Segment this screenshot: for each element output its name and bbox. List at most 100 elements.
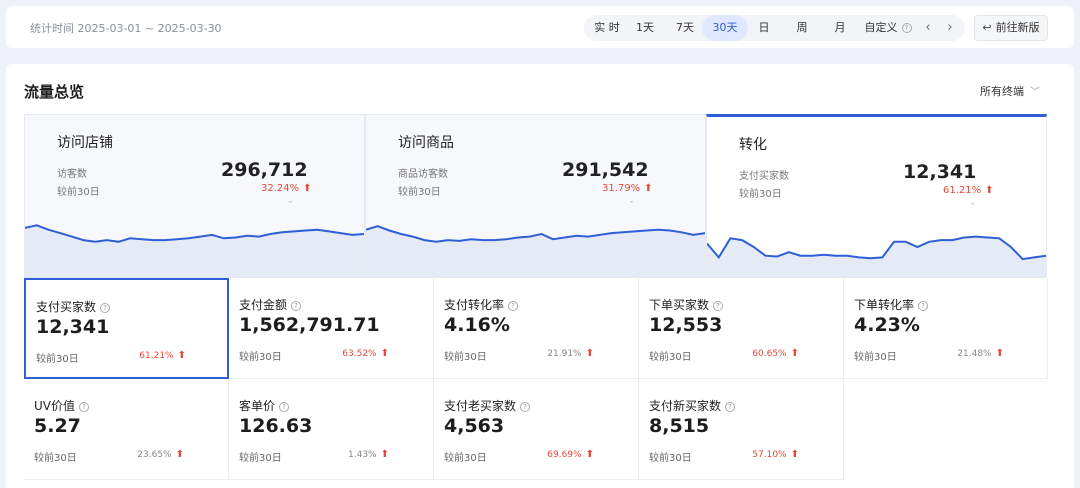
tab-day[interactable]: 日	[754, 15, 774, 41]
metric-label-wrap: 支付买家数?	[36, 298, 111, 315]
metric-compare-label: 较前30日	[36, 354, 79, 365]
help-icon[interactable]: ?	[520, 402, 531, 412]
go-new-version-label: 前往新版	[995, 21, 1040, 34]
metric-compare-label: 较前30日	[239, 453, 282, 464]
card-dash: -	[289, 197, 293, 207]
tab-custom[interactable]: 自定义?	[864, 15, 912, 41]
metric-value: 4.23%	[854, 314, 920, 336]
metric-label: UV价值	[34, 399, 75, 413]
metric-compare-label: 较前30日	[34, 453, 77, 464]
metric-change-value: 61.21%	[139, 351, 174, 361]
help-icon[interactable]: ?	[291, 301, 302, 311]
tab-week[interactable]: 周	[792, 15, 812, 41]
card-metric-label: 商品访客数	[398, 169, 448, 180]
metric-change: 61.21% ⬆	[116, 350, 186, 361]
metric-label-wrap: 下单买家数?	[649, 296, 724, 313]
arrow-up-icon: ⬆	[380, 449, 389, 460]
metric-compare-label: 较前30日	[444, 352, 487, 363]
metric-compare-label: 较前30日	[239, 352, 282, 363]
card-value: 12,341	[903, 161, 977, 183]
tab-1day[interactable]: 1天	[630, 15, 660, 41]
metric-label: 支付买家数	[36, 300, 97, 314]
metric-change: 69.69% ⬆	[524, 449, 594, 460]
metric-change-value: 21.48%	[957, 349, 992, 359]
metric-cell-payment-conversion-rate[interactable]: 支付转化率? 4.16% 较前30日 21.91% ⬆	[434, 278, 639, 379]
go-new-version-button[interactable]: ↩ 前往新版	[974, 15, 1048, 41]
sparkline-area	[366, 226, 705, 277]
metric-change-value: 60.65%	[752, 349, 787, 359]
metric-label-wrap: 支付新买家数?	[649, 397, 736, 414]
card-value: 291,542	[562, 159, 649, 181]
chevron-down-icon: ﹀	[1030, 87, 1040, 98]
tab-7day[interactable]: 7天	[670, 15, 700, 41]
metric-cell-new-buyers[interactable]: 支付新买家数? 8,515 较前30日 57.10% ⬆	[639, 379, 844, 480]
metric-cell-paying-buyers[interactable]: 支付买家数? 12,341 较前30日 61.21% ⬆	[24, 278, 229, 379]
tab-realtime[interactable]: 实 时	[588, 15, 626, 41]
metric-cell-order-conversion-rate[interactable]: 下单转化率? 4.23% 较前30日 21.48% ⬆	[844, 278, 1048, 379]
metric-value: 12,553	[649, 314, 723, 336]
sparkline-area	[707, 236, 1046, 277]
metric-change: 60.65% ⬆	[729, 348, 799, 359]
metric-value: 8,515	[649, 415, 710, 437]
card-visit-product[interactable]: 访问商品 商品访客数 291,542 较前30日 31.79% ⬆ -	[365, 114, 706, 278]
help-icon[interactable]: ?	[713, 301, 724, 311]
tab-month[interactable]: 月	[830, 15, 850, 41]
arrow-up-icon: ⬆	[177, 350, 186, 361]
help-icon[interactable]: ?	[918, 301, 929, 311]
trend-sparkline-visit-store	[25, 224, 364, 277]
arrow-up-icon: ⬆	[303, 183, 312, 194]
metric-cell-uv-value[interactable]: UV价值? 5.27 较前30日 23.65% ⬆	[24, 379, 229, 480]
card-change-value: 32.24%	[261, 183, 300, 194]
metric-label: 支付老买家数	[444, 399, 517, 413]
arrow-up-icon: ⬆	[380, 348, 389, 359]
chevron-left-icon[interactable]: ‹	[920, 15, 936, 41]
card-conversion[interactable]: 转化 支付买家数 12,341 较前30日 61.21% ⬆ -	[706, 114, 1047, 278]
arrow-up-icon: ⬆	[585, 449, 594, 460]
metric-label-wrap: 支付金额?	[239, 296, 302, 313]
metric-value: 5.27	[34, 415, 81, 437]
metric-cell-avg-order-value[interactable]: 客单价? 126.63 较前30日 1.43% ⬆	[229, 379, 434, 480]
tab-custom-label: 自定义	[864, 21, 898, 34]
card-change-value: 31.79%	[602, 183, 641, 194]
metric-compare-label: 较前30日	[649, 453, 692, 464]
metric-value: 4.16%	[444, 314, 510, 336]
time-range-tabs: 实 时 1天 7天 30天 日 周 月 自定义? ‹ ›	[584, 15, 965, 41]
chevron-right-icon[interactable]: ›	[942, 15, 958, 41]
help-icon[interactable]: ?	[279, 402, 290, 412]
help-icon[interactable]: ?	[725, 402, 736, 412]
metric-label-wrap: 支付转化率?	[444, 296, 519, 313]
help-icon[interactable]: ?	[79, 402, 89, 412]
metric-label-wrap: UV价值?	[34, 397, 89, 414]
card-dash: -	[971, 199, 975, 209]
card-visit-store[interactable]: 访问店铺 访客数 296,712 较前30日 32.24% ⬆ -	[24, 114, 365, 278]
tab-30day[interactable]: 30天	[702, 15, 748, 41]
metric-change-value: 23.65%	[137, 450, 172, 460]
help-icon[interactable]: ?	[508, 301, 519, 311]
help-icon[interactable]: ?	[100, 303, 111, 313]
metric-label-wrap: 客单价?	[239, 397, 290, 414]
terminal-filter-label: 所有终端	[980, 85, 1024, 98]
card-change: 32.24% ⬆	[261, 183, 312, 194]
metric-change-value: 21.91%	[547, 349, 582, 359]
card-title: 访问商品	[398, 135, 454, 151]
metric-cell-returning-buyers[interactable]: 支付老买家数? 4,563 较前30日 69.69% ⬆	[434, 379, 639, 480]
card-title: 访问店铺	[57, 135, 113, 151]
card-value: 296,712	[221, 159, 308, 181]
metric-cell-payment-amount[interactable]: 支付金额? 1,562,791.71 较前30日 63.52% ⬆	[229, 278, 434, 379]
metric-label: 支付金额	[239, 298, 288, 312]
metric-value: 12,341	[36, 316, 110, 338]
metric-change: 1.43% ⬆	[319, 449, 389, 460]
arrow-up-icon: ⬆	[790, 449, 799, 460]
metric-cell-order-buyers[interactable]: 下单买家数? 12,553 较前30日 60.65% ⬆	[639, 278, 844, 379]
arrow-up-icon: ⬆	[585, 348, 594, 359]
metric-change-value: 63.52%	[342, 349, 377, 359]
arrow-up-icon: ⬆	[644, 183, 653, 194]
metric-label: 支付新买家数	[649, 399, 722, 413]
arrow-up-icon: ⬆	[175, 449, 184, 460]
metric-change-value: 1.43%	[348, 450, 377, 460]
terminal-filter-dropdown[interactable]: 所有终端 ﹀	[980, 83, 1040, 99]
metrics-grid: 支付买家数? 12,341 较前30日 61.21% ⬆ 支付金额? 1,562,…	[24, 278, 1048, 480]
metric-label: 客单价	[239, 399, 276, 413]
card-change: 61.21% ⬆	[943, 185, 994, 196]
metric-value: 4,563	[444, 415, 505, 437]
